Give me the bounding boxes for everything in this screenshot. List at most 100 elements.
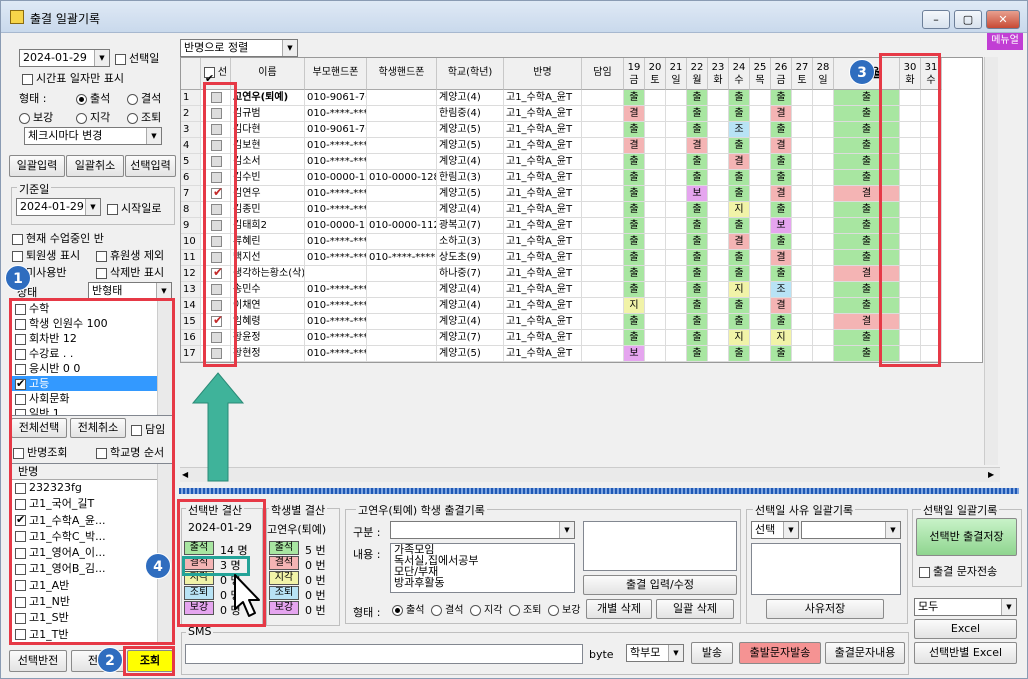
attendance-cell[interactable]: 출 [687, 330, 708, 346]
grid-vertical-scrollbar[interactable] [984, 57, 998, 465]
attendance-cell[interactable] [708, 218, 729, 234]
attendance-cell[interactable]: 지 [729, 330, 750, 346]
attendance-cell[interactable]: 보 [687, 186, 708, 202]
attendance-cell[interactable] [792, 218, 813, 234]
attendance-cell[interactable] [813, 330, 834, 346]
attendance-cell[interactable]: 출 [771, 202, 792, 218]
minimize-button[interactable]: – [922, 10, 950, 29]
attendance-cell[interactable]: 출 [729, 346, 750, 362]
day-header[interactable]: 28 일 [813, 58, 834, 90]
attendance-cell[interactable] [750, 346, 771, 362]
column-header-cls[interactable]: 반명 [504, 58, 582, 90]
attendance-cell[interactable]: 출 [687, 154, 708, 170]
attendance-cell[interactable] [645, 122, 666, 138]
attendance-cell[interactable] [708, 234, 729, 250]
attendance-cell[interactable] [750, 250, 771, 266]
attendance-cell[interactable] [813, 90, 834, 106]
attendance-cell[interactable]: 출 [624, 202, 645, 218]
attendance-cell[interactable] [708, 154, 729, 170]
scroll-right-icon[interactable]: ▶ [988, 470, 998, 480]
attendance-cell[interactable] [813, 282, 834, 298]
attendance-cell[interactable] [813, 314, 834, 330]
attendance-cell[interactable] [666, 170, 687, 186]
attendance-cell[interactable]: 지 [624, 298, 645, 314]
attendance-cell[interactable] [792, 346, 813, 362]
attendance-cell[interactable]: 출 [729, 138, 750, 154]
attendance-cell[interactable] [645, 266, 666, 282]
attendance-cell[interactable]: 출 [687, 346, 708, 362]
attendance-cell[interactable] [750, 138, 771, 154]
select-day-check[interactable]: 선택일 [115, 50, 159, 66]
attendance-cell[interactable] [666, 298, 687, 314]
attendance-cell[interactable] [708, 90, 729, 106]
option-deleted-class[interactable]: 삭제반 표시 [96, 264, 164, 280]
attendance-cell[interactable] [645, 234, 666, 250]
attendance-cell[interactable] [645, 106, 666, 122]
attendance-cell[interactable] [792, 90, 813, 106]
attendance-cell[interactable]: 출 [624, 170, 645, 186]
day-header[interactable]: 19 금 [624, 58, 645, 90]
close-button[interactable]: ✕ [986, 10, 1020, 29]
attendance-input-button[interactable]: 출결 입력/수정 [583, 575, 737, 595]
attendance-cell[interactable]: 출 [729, 170, 750, 186]
attendance-cell[interactable]: 출 [624, 186, 645, 202]
attendance-cell[interactable] [666, 154, 687, 170]
attendance-cell[interactable] [792, 138, 813, 154]
sms-input[interactable] [185, 644, 583, 664]
attendance-cell[interactable]: 출 [729, 90, 750, 106]
attendance-cell[interactable]: 조 [771, 282, 792, 298]
attendance-cell[interactable] [666, 250, 687, 266]
attendance-cell[interactable]: 결 [624, 106, 645, 122]
attendance-cell[interactable] [750, 282, 771, 298]
attendance-cell[interactable] [813, 138, 834, 154]
attendance-cell[interactable] [666, 218, 687, 234]
attendance-cell[interactable]: 출 [624, 154, 645, 170]
attendance-cell[interactable] [792, 186, 813, 202]
record-radio-makeup[interactable]: 보강 [548, 601, 580, 616]
option-current-class[interactable]: 현재 수업중인 반 [12, 230, 104, 246]
attendance-cell[interactable]: 출 [771, 266, 792, 282]
attendance-cell[interactable]: 출 [687, 250, 708, 266]
attendance-cell[interactable] [750, 202, 771, 218]
attendance-cell[interactable] [708, 266, 729, 282]
column-header-teacher[interactable]: 담임 [582, 58, 624, 90]
attendance-cell[interactable]: 출 [729, 266, 750, 282]
sort-select[interactable]: 반명으로 정렬 ▼ [180, 39, 298, 57]
attendance-cell[interactable] [645, 346, 666, 362]
attendance-cell[interactable]: 결 [687, 138, 708, 154]
attendance-cell[interactable] [750, 106, 771, 122]
attendance-cell[interactable] [792, 170, 813, 186]
attendance-cell[interactable] [708, 170, 729, 186]
attendance-cell[interactable]: 출 [687, 90, 708, 106]
attendance-cell[interactable] [813, 186, 834, 202]
record-radio-attend[interactable]: 출석 [392, 601, 424, 616]
sms-target-select[interactable]: 학부모 ▼ [626, 644, 684, 662]
attendance-cell[interactable]: 출 [771, 170, 792, 186]
attendance-cell[interactable] [666, 138, 687, 154]
attendance-cell[interactable]: 출 [729, 186, 750, 202]
attendance-cell[interactable] [645, 330, 666, 346]
attendance-cell[interactable]: 출 [687, 170, 708, 186]
attendance-cell[interactable] [645, 218, 666, 234]
check-change-select[interactable]: 체크시마다 변경 ▼ [24, 127, 162, 145]
record-radio-early[interactable]: 조퇴 [509, 601, 541, 616]
attendance-cell[interactable] [813, 346, 834, 362]
day-header[interactable]: 25 목 [750, 58, 771, 90]
column-header-school[interactable]: 학교(학년) [437, 58, 504, 90]
attendance-cell[interactable]: 출 [624, 266, 645, 282]
attendance-cell[interactable] [645, 202, 666, 218]
sms-content-button[interactable]: 출결문자내용 [825, 642, 905, 664]
attendance-cell[interactable]: 출 [687, 234, 708, 250]
attendance-cell[interactable]: 보 [624, 346, 645, 362]
attendance-cell[interactable]: 출 [687, 106, 708, 122]
attendance-cell[interactable] [792, 266, 813, 282]
record-radio-absent[interactable]: 결석 [431, 601, 463, 616]
base-date-select[interactable]: 2024-01-29 ▼ [16, 198, 101, 216]
attendance-cell[interactable] [750, 90, 771, 106]
attendance-cell[interactable] [792, 330, 813, 346]
attendance-cell[interactable] [645, 138, 666, 154]
attendance-cell[interactable] [792, 154, 813, 170]
attendance-cell[interactable]: 출 [771, 90, 792, 106]
attendance-cell[interactable] [813, 170, 834, 186]
attendance-cell[interactable]: 출 [687, 298, 708, 314]
